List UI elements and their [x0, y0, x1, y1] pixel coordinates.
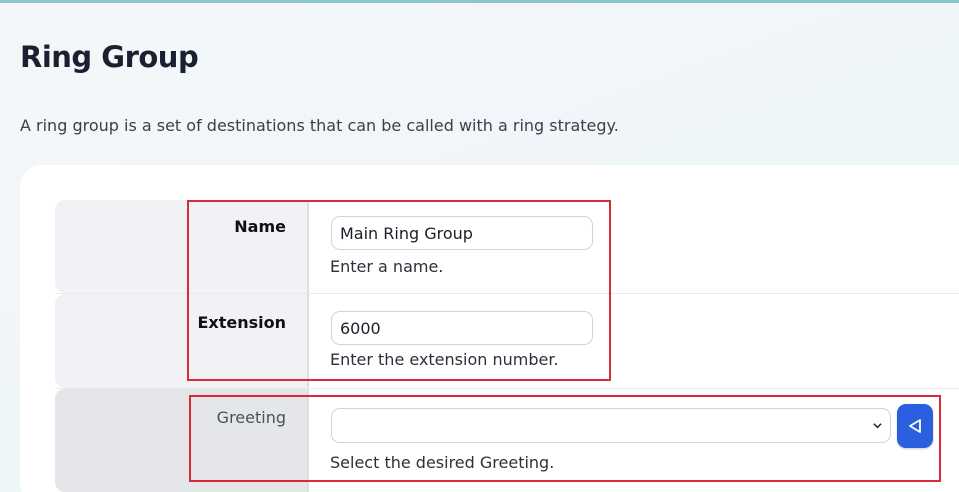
name-input[interactable] [331, 216, 593, 250]
field-label-cell: Greeting [55, 389, 309, 492]
form-row-extension: Extension Enter the extension number. [55, 294, 959, 389]
field-label-cell: Extension [55, 294, 309, 388]
extension-help-text: Enter the extension number. [330, 350, 559, 369]
page-title: Ring Group [20, 40, 199, 74]
name-label: Name [234, 217, 286, 236]
chevron-down-icon [873, 423, 882, 429]
play-triangle-icon [909, 419, 921, 433]
top-accent-bar [0, 0, 959, 3]
name-help-text: Enter a name. [330, 257, 444, 276]
play-greeting-button[interactable] [897, 404, 933, 448]
field-label-cell: Name [55, 200, 309, 293]
form-row-greeting: Greeting Select the desired Greeting. [55, 389, 959, 492]
greeting-help-text: Select the desired Greeting. [330, 453, 555, 472]
extension-input[interactable] [331, 311, 593, 345]
form-row-name: Name Enter a name. [55, 200, 959, 294]
page-description: A ring group is a set of destinations th… [20, 116, 619, 135]
greeting-select[interactable] [331, 408, 891, 443]
extension-label: Extension [197, 313, 286, 332]
greeting-label: Greeting [216, 408, 286, 427]
